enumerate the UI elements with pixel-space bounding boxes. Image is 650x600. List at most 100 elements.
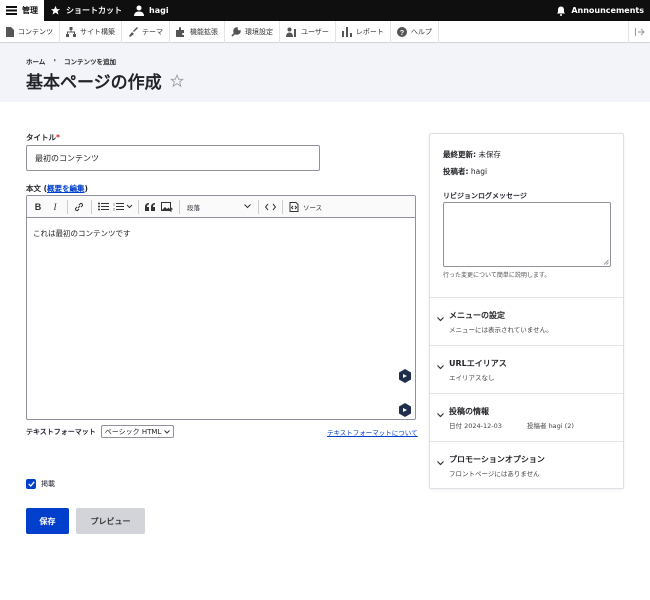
user-icon	[134, 5, 144, 16]
link-button[interactable]	[71, 198, 87, 216]
orientation-icon	[634, 27, 645, 36]
editor-toolbar: B I 12 段落 ソース	[27, 196, 415, 218]
body-label: 本文 (概要を編集)	[26, 184, 88, 193]
last-saved-row: 最終更新: 未保存	[443, 149, 501, 160]
breadcrumb-add-content[interactable]: コンテンツを追加	[64, 56, 116, 66]
accordion-menu-settings[interactable]: メニューの設定 メニューには表示されていません。	[430, 297, 623, 345]
tray-item-people[interactable]: ユーザー	[280, 20, 336, 43]
title-input[interactable]: 最初のコンテンツ	[26, 145, 320, 171]
bulleted-list-icon	[97, 202, 109, 211]
link-icon	[74, 202, 84, 211]
italic-button[interactable]: I	[47, 198, 63, 216]
published-checkbox-row[interactable]: 掲載	[26, 479, 55, 489]
tray-item-structure[interactable]: サイト構築	[60, 20, 122, 43]
tray-item-appearance[interactable]: テーマ	[122, 20, 170, 43]
page-title: 基本ページの作成	[26, 73, 162, 93]
shortcut-star-icon[interactable]	[169, 73, 184, 88]
user-label: hagi	[149, 6, 169, 15]
resize-handle-icon[interactable]	[603, 259, 609, 265]
bulleted-list-button[interactable]	[95, 198, 111, 216]
chevron-down-icon	[437, 413, 444, 418]
accordion-summary: フロントページにはありません	[449, 470, 540, 478]
accordion-title: URLエイリアス	[449, 359, 507, 368]
svg-text:1: 1	[113, 203, 115, 207]
breadcrumb-home[interactable]: ホーム	[26, 56, 45, 66]
editor-widget-badge-icon[interactable]	[398, 403, 412, 417]
text-format-value: ベーシック HTML	[104, 427, 162, 436]
accordion-title: プロモーションオプション	[449, 455, 545, 464]
shortcuts-toggle[interactable]: ショートカット	[44, 0, 128, 21]
blockquote-button[interactable]	[142, 198, 158, 216]
tray-item-config[interactable]: 環境設定	[225, 20, 280, 43]
tray-item-label: レポート	[355, 27, 384, 36]
tray-item-label: サイト構築	[80, 27, 115, 36]
tray-item-reports[interactable]: レポート	[336, 20, 391, 43]
accordion-summary: エイリアスなし	[449, 374, 495, 382]
chevron-down-icon	[244, 204, 251, 209]
heading-select-value: 段落	[187, 203, 200, 212]
text-format-label: テキストフォーマット	[26, 427, 96, 436]
meta-sidebar: 最終更新: 未保存 投稿者: hagi リビジョンログメッセージ 行った変更につ…	[429, 133, 624, 489]
published-checkbox[interactable]	[26, 479, 36, 489]
tray-item-extend[interactable]: 機能拡張	[170, 20, 225, 43]
admin-tray: コンテンツ サイト構築 テーマ 機能拡張 環境設定 ユーザー レポート ? ヘル…	[0, 20, 650, 43]
tray-item-help[interactable]: ? ヘルプ	[391, 20, 439, 43]
author-label: 投稿者:	[443, 167, 469, 176]
manage-label: 管理	[22, 6, 38, 15]
edit-summary-link[interactable]: 概要を編集	[47, 184, 85, 193]
svg-text:?: ?	[400, 30, 404, 37]
checkmark-icon	[27, 481, 35, 487]
bold-button[interactable]: B	[30, 198, 46, 216]
accordion-summary-author: 投稿者 hagi (2)	[527, 422, 574, 430]
text-format-select[interactable]: ベーシック HTML	[100, 425, 175, 438]
tray-item-label: ヘルプ	[410, 27, 432, 36]
source-label: ソース	[303, 203, 323, 212]
code-button[interactable]	[262, 198, 278, 216]
editor-widget-badge-icon[interactable]	[398, 369, 412, 383]
accordion-authoring-info[interactable]: 投稿の情報 日付 2024-12-03 投稿者 hagi (2)	[430, 393, 623, 441]
last-saved-value: 未保存	[478, 150, 501, 159]
quote-icon	[145, 202, 155, 211]
tray-orientation-toggle[interactable]	[628, 20, 650, 43]
admin-toolbar: 管理 ショートカット hagi Announcements	[0, 0, 650, 21]
source-button[interactable]: ソース	[286, 198, 325, 216]
user-toggle[interactable]: hagi	[128, 0, 175, 21]
announcements-toggle[interactable]: Announcements	[550, 0, 650, 21]
announcements-label: Announcements	[571, 6, 644, 15]
accordion-url-alias[interactable]: URLエイリアス エイリアスなし	[430, 345, 623, 393]
puzzle-icon	[176, 26, 184, 37]
save-button[interactable]: 保存	[26, 508, 69, 534]
shortcuts-label: ショートカット	[66, 6, 122, 15]
last-saved-label: 最終更新:	[443, 150, 476, 159]
revision-log-textarea[interactable]	[443, 202, 611, 267]
accordion-title: メニューの設定	[449, 311, 505, 320]
source-icon	[289, 201, 299, 212]
numbered-list-button[interactable]: 12	[112, 198, 134, 216]
manage-toggle[interactable]: 管理	[0, 0, 44, 21]
image-upload-icon	[161, 201, 173, 212]
hamburger-icon	[6, 6, 17, 15]
author-row: 投稿者: hagi	[443, 166, 487, 177]
preview-button[interactable]: プレビュー	[76, 508, 145, 534]
help-icon: ?	[396, 26, 407, 37]
chevron-down-icon	[437, 461, 444, 466]
editor-text: これは最初のコンテンツです	[33, 229, 131, 238]
author-value: hagi	[470, 167, 488, 176]
accordion-promotion[interactable]: プロモーションオプション フロントページにはありません	[430, 441, 623, 489]
body-editor: B I 12 段落 ソース これは最初のコンテンツです	[26, 195, 416, 420]
page-title-row: 基本ページの作成	[26, 68, 184, 93]
sitemap-icon	[66, 26, 76, 37]
tray-item-label: テーマ	[142, 27, 163, 36]
text-format-help-link[interactable]: テキストフォーマットについて	[327, 427, 418, 437]
tray-item-label: 環境設定	[245, 27, 273, 36]
accordion-summary: 日付 2024-12-03	[449, 422, 502, 430]
numbered-list-icon: 12	[113, 203, 133, 211]
editor-content[interactable]: これは最初のコンテンツです	[27, 218, 415, 249]
text-format-row: テキストフォーマット ベーシック HTML	[26, 425, 175, 438]
tray-item-content[interactable]: コンテンツ	[0, 20, 60, 43]
insert-image-button[interactable]	[159, 198, 175, 216]
breadcrumb-separator: ›	[53, 56, 56, 64]
chevron-down-icon	[164, 429, 171, 434]
heading-select[interactable]: 段落	[183, 198, 255, 216]
wrench-icon	[231, 26, 241, 37]
